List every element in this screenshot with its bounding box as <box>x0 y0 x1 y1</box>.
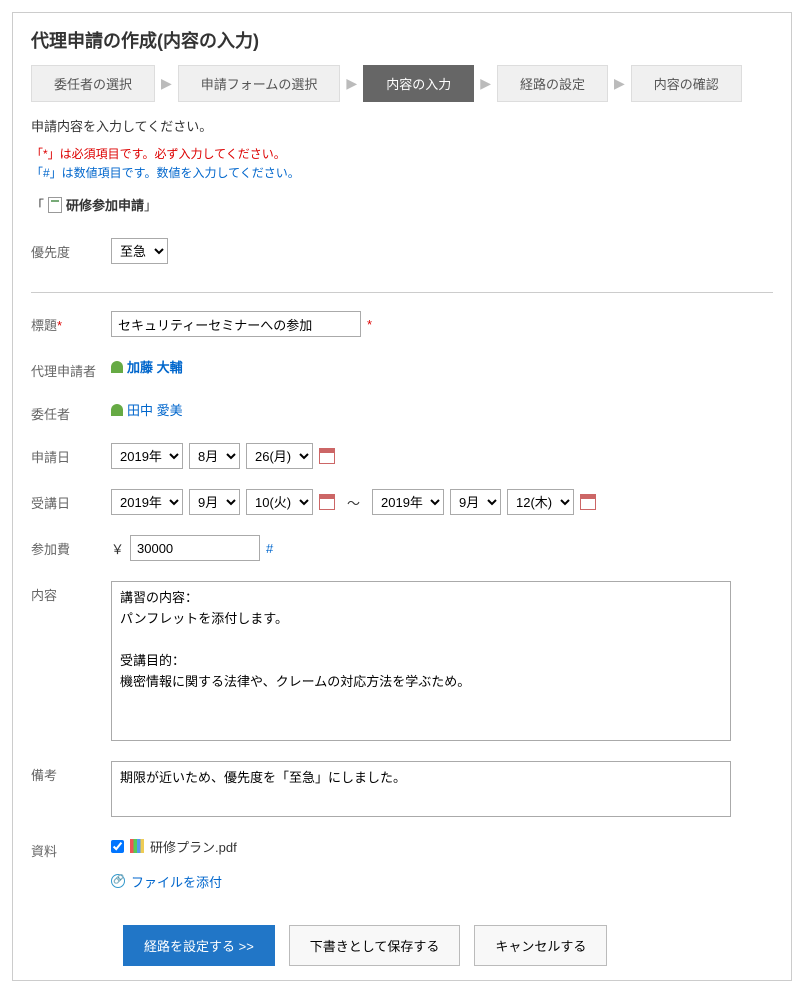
attachment-item: 研修プラン.pdf <box>111 837 237 856</box>
step-delegator[interactable]: 委任者の選択 <box>31 65 155 102</box>
chevron-right-icon: ▶ <box>474 75 497 92</box>
page-title: 代理申請の作成(内容の入力) <box>31 27 773 53</box>
range-separator: ～ <box>341 493 366 512</box>
save-draft-button[interactable]: 下書きとして保存する <box>289 925 461 966</box>
file-icon <box>130 839 144 853</box>
apply-year-select[interactable]: 2019年 <box>111 443 183 469</box>
calendar-icon[interactable] <box>319 494 335 510</box>
legend-required: 「*」は必須項目です。必ず入力してください。 <box>31 147 286 161</box>
apply-month-select[interactable]: 8月 <box>189 443 240 469</box>
course-date-label: 受講日 <box>31 489 111 512</box>
chevron-right-icon: ▶ <box>608 75 631 92</box>
delegator-label: 委任者 <box>31 400 111 423</box>
subject-input[interactable] <box>111 311 361 337</box>
step-form[interactable]: 申請フォームの選択 <box>178 65 341 102</box>
paperclip-icon <box>111 874 125 888</box>
fee-label: 参加費 <box>31 535 111 558</box>
notes-label: 備考 <box>31 761 111 784</box>
attachment-checkbox[interactable] <box>111 840 124 853</box>
proxy-label: 代理申請者 <box>31 357 111 380</box>
cancel-button[interactable]: キャンセルする <box>474 925 607 966</box>
start-month-select[interactable]: 9月 <box>189 489 240 515</box>
currency-symbol: ￥ <box>111 539 124 558</box>
document-icon <box>48 197 62 213</box>
start-day-select[interactable]: 10(火) <box>246 489 313 515</box>
attachment-filename: 研修プラン.pdf <box>150 837 237 856</box>
end-day-select[interactable]: 12(木) <box>507 489 574 515</box>
end-month-select[interactable]: 9月 <box>450 489 501 515</box>
attachment-label: 資料 <box>31 837 111 860</box>
step-route[interactable]: 経路の設定 <box>497 65 608 102</box>
start-year-select[interactable]: 2019年 <box>111 489 183 515</box>
chevron-right-icon: ▶ <box>155 75 178 92</box>
content-textarea[interactable] <box>111 581 731 741</box>
step-confirm[interactable]: 内容の確認 <box>631 65 742 102</box>
proxy-user-link[interactable]: 加藤 大輔 <box>111 357 183 376</box>
required-mark-icon: * <box>367 317 372 332</box>
delegator-user-link[interactable]: 田中 愛美 <box>111 400 183 419</box>
subject-label: 標題* <box>31 311 111 334</box>
numeric-mark-icon: # <box>266 541 273 556</box>
user-icon <box>111 404 123 416</box>
fee-input[interactable] <box>130 535 260 561</box>
legend-block: 「*」は必須項目です。必ず入力してください。 「#」は数値項目です。数値を入力し… <box>31 145 773 183</box>
user-icon <box>111 361 123 373</box>
apply-date-label: 申請日 <box>31 443 111 466</box>
calendar-icon[interactable] <box>319 448 335 464</box>
chevron-right-icon: ▶ <box>340 75 363 92</box>
notes-textarea[interactable] <box>111 761 731 817</box>
set-route-button[interactable]: 経路を設定する >> <box>123 925 275 966</box>
wizard-stepper: 委任者の選択 ▶ 申請フォームの選択 ▶ 内容の入力 ▶ 経路の設定 ▶ 内容の… <box>31 65 773 102</box>
form-title: 研修参加申請 <box>66 195 144 214</box>
attach-file-link[interactable]: ファイルを添付 <box>131 872 222 891</box>
step-content[interactable]: 内容の入力 <box>363 65 474 102</box>
content-label: 内容 <box>31 581 111 604</box>
calendar-icon[interactable] <box>580 494 596 510</box>
apply-day-select[interactable]: 26(月) <box>246 443 313 469</box>
end-year-select[interactable]: 2019年 <box>372 489 444 515</box>
intro-text: 申請内容を入力してください。 <box>31 116 773 135</box>
priority-label: 優先度 <box>31 238 111 261</box>
form-title-row: 「 研修参加申請 」 <box>31 195 773 214</box>
legend-numeric: 「#」は数値項目です。数値を入力してください。 <box>31 166 300 180</box>
priority-select[interactable]: 至急 <box>111 238 168 264</box>
action-buttons: 経路を設定する >> 下書きとして保存する キャンセルする <box>123 925 773 966</box>
